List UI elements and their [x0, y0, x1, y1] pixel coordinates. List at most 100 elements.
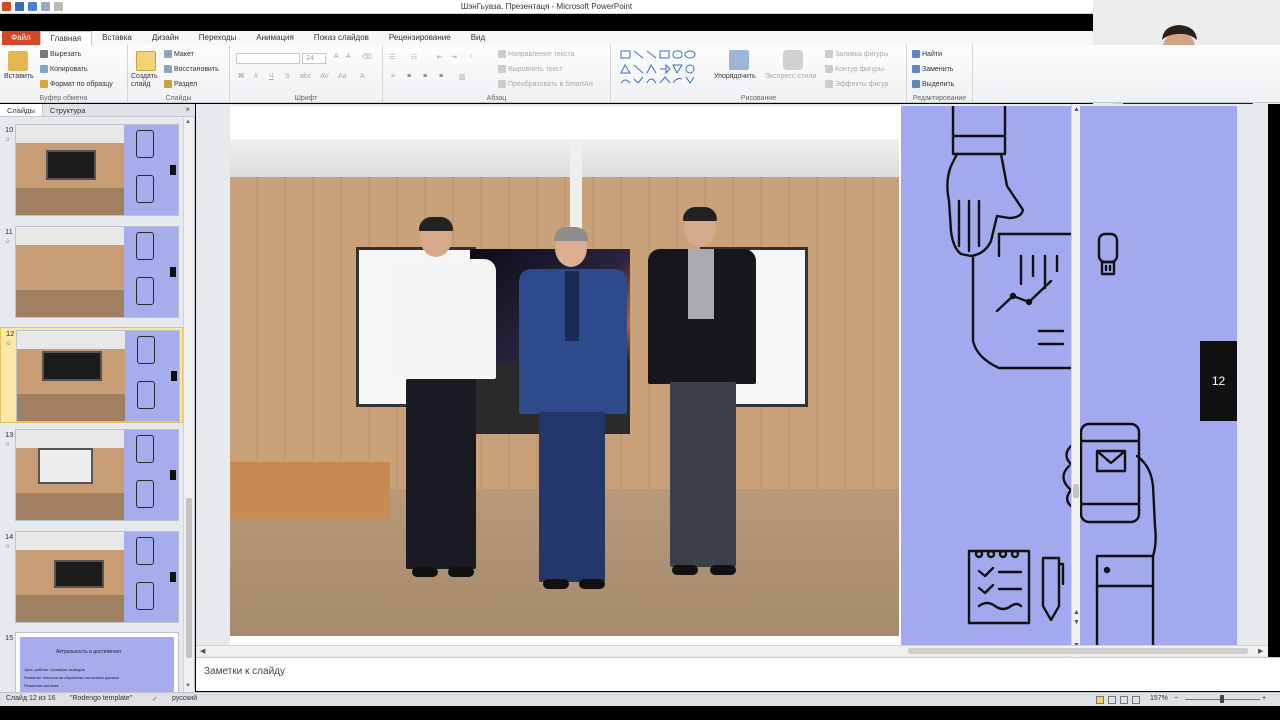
char-spacing-button[interactable]: AV	[320, 73, 329, 80]
copy-button[interactable]: Копировать	[40, 65, 88, 73]
replace-button[interactable]: Заменить	[912, 65, 953, 73]
tab-review[interactable]: Рецензирование	[379, 31, 461, 45]
scroll-left-icon[interactable]: ◀	[200, 647, 205, 655]
language-indicator[interactable]: русский	[172, 695, 197, 702]
tab-outline[interactable]: Структура	[43, 104, 93, 116]
bullets-icon[interactable]: ☰	[389, 53, 395, 61]
paragraph-group-label: Абзац	[486, 95, 507, 102]
tab-insert[interactable]: Вставка	[92, 31, 142, 45]
grow-font-button[interactable]: A	[334, 53, 339, 60]
line-spacing-icon[interactable]: ↕	[469, 53, 473, 60]
font-name-field[interactable]	[236, 53, 300, 64]
spellcheck-icon[interactable]: ✓	[152, 695, 158, 703]
quick-styles-button[interactable]: Экспресс-стили	[765, 73, 816, 80]
shrink-font-button[interactable]: A	[346, 53, 351, 60]
shape-outline-button[interactable]: Контур фигуры	[825, 65, 884, 73]
editing-group-label: Редактирование	[912, 95, 967, 102]
zoom-slider-knob[interactable]	[1220, 695, 1224, 703]
tab-home[interactable]: Главная	[39, 31, 93, 45]
reset-button[interactable]: Восстановить	[164, 65, 219, 73]
align-center-icon[interactable]: ≡	[407, 73, 411, 80]
cut-button[interactable]: Вырезать	[40, 50, 81, 58]
editor-vertical-scrollbar[interactable]: ▲ ▲ ▼ ▼	[1071, 104, 1080, 657]
slide-thumbnail[interactable]: 15 Актуальность и достижения Цель работы…	[0, 632, 183, 692]
zoom-in-icon[interactable]: +	[1262, 695, 1266, 702]
section-icon	[164, 80, 172, 88]
strikethrough-button[interactable]: abc	[300, 73, 311, 80]
tab-design[interactable]: Дизайн	[142, 31, 189, 45]
previous-slide-icon[interactable]: ▲	[1073, 609, 1080, 616]
tab-transitions[interactable]: Переходы	[189, 31, 247, 45]
align-left-icon[interactable]: ≡	[391, 73, 395, 80]
tab-slides[interactable]: Слайды	[0, 104, 43, 116]
italic-button[interactable]: К	[254, 73, 258, 80]
tab-view[interactable]: Вид	[461, 31, 495, 45]
clear-format-icon[interactable]: ⌫	[362, 53, 372, 61]
align-right-icon[interactable]: ≡	[423, 73, 427, 80]
quick-styles-icon[interactable]	[783, 50, 803, 70]
scroll-up-icon[interactable]: ▲	[185, 119, 191, 125]
slide-thumbnail[interactable]: 10 ✩	[0, 124, 183, 220]
phone-outline-icon	[136, 480, 154, 508]
slide-thumbnail[interactable]: 13 ✩	[0, 429, 183, 525]
columns-icon[interactable]: ▥	[459, 73, 466, 81]
zoom-level[interactable]: 157%	[1150, 695, 1168, 702]
underline-button[interactable]: Ч	[269, 73, 274, 80]
justify-icon[interactable]: ≡	[439, 73, 443, 80]
tab-animations[interactable]: Анимация	[246, 31, 304, 45]
next-slide-icon[interactable]: ▼	[1073, 619, 1080, 626]
scrollbar-thumb[interactable]	[908, 648, 1248, 654]
notes-pane[interactable]: Заметки к слайду	[196, 657, 1280, 691]
editor-horizontal-scrollbar[interactable]: ◀ ▶	[196, 645, 1268, 656]
shape-fill-button[interactable]: Заливка фигуры	[825, 50, 888, 58]
scroll-down-icon[interactable]: ▼	[185, 683, 191, 689]
normal-view-icon[interactable]	[1096, 696, 1104, 704]
new-slide-icon[interactable]	[136, 51, 156, 71]
theme-name[interactable]: "Rodengo template"	[70, 695, 132, 702]
tab-file[interactable]: Файл	[2, 31, 40, 45]
find-button[interactable]: Найти	[912, 50, 942, 58]
font-color-button[interactable]: A	[360, 73, 365, 80]
grey-sweater	[688, 249, 714, 319]
format-painter-button[interactable]: Формат по образцу	[40, 80, 113, 88]
current-slide[interactable]: 12	[230, 106, 1237, 646]
shapes-gallery-icon[interactable]	[619, 49, 711, 87]
slide-sorter-icon[interactable]	[1108, 696, 1116, 704]
close-icon[interactable]: ×	[185, 105, 190, 114]
paste-button[interactable]: Вставить	[4, 73, 34, 80]
scrollbar-thumb[interactable]	[186, 498, 192, 658]
group-photo[interactable]	[230, 139, 899, 636]
slide-thumbnail[interactable]: 14 ✩	[0, 531, 183, 627]
replace-icon	[912, 65, 920, 73]
reading-view-icon[interactable]	[1120, 696, 1128, 704]
slide-thumbnail-selected[interactable]: 12 ✩	[0, 327, 183, 423]
new-slide-button[interactable]: Создать слайд	[131, 73, 161, 89]
slide-preview	[15, 531, 179, 623]
scrollbar-thumb[interactable]	[1073, 484, 1079, 498]
shape-effects-button[interactable]: Эффекты фигур	[825, 80, 888, 88]
paste-icon[interactable]	[8, 51, 28, 71]
shadow-button[interactable]: S	[285, 73, 290, 80]
increase-indent-icon[interactable]: ⇥	[451, 53, 457, 61]
scroll-up-icon[interactable]: ▲	[1073, 106, 1080, 113]
slide-thumbnail[interactable]: 11 ✩	[0, 226, 183, 322]
numbering-icon[interactable]: ☷	[411, 53, 417, 61]
arrange-button[interactable]: Упорядочить	[714, 73, 756, 80]
slides-panel-scrollbar[interactable]: ▲ ▼	[183, 118, 193, 692]
font-size-field[interactable]: 24	[302, 53, 326, 64]
tab-slideshow[interactable]: Показ слайдов	[304, 31, 379, 45]
scroll-right-icon[interactable]: ▶	[1258, 647, 1263, 655]
person-center	[515, 227, 630, 636]
text-direction-button[interactable]: Направление текста	[498, 50, 574, 58]
arrange-icon[interactable]	[729, 50, 749, 70]
change-case-button[interactable]: Aa	[338, 73, 347, 80]
decrease-indent-icon[interactable]: ⇤	[437, 53, 443, 61]
align-text-button[interactable]: Выровнять текст	[498, 65, 563, 73]
section-button[interactable]: Раздел	[164, 80, 197, 88]
zoom-out-icon[interactable]: −	[1174, 695, 1178, 702]
slideshow-icon[interactable]	[1132, 696, 1140, 704]
smartart-button[interactable]: Преобразовать в SmartArt	[498, 80, 593, 88]
bold-button[interactable]: Ж	[238, 73, 244, 80]
select-button[interactable]: Выделить	[912, 80, 954, 88]
layout-button[interactable]: Макет	[164, 50, 194, 58]
